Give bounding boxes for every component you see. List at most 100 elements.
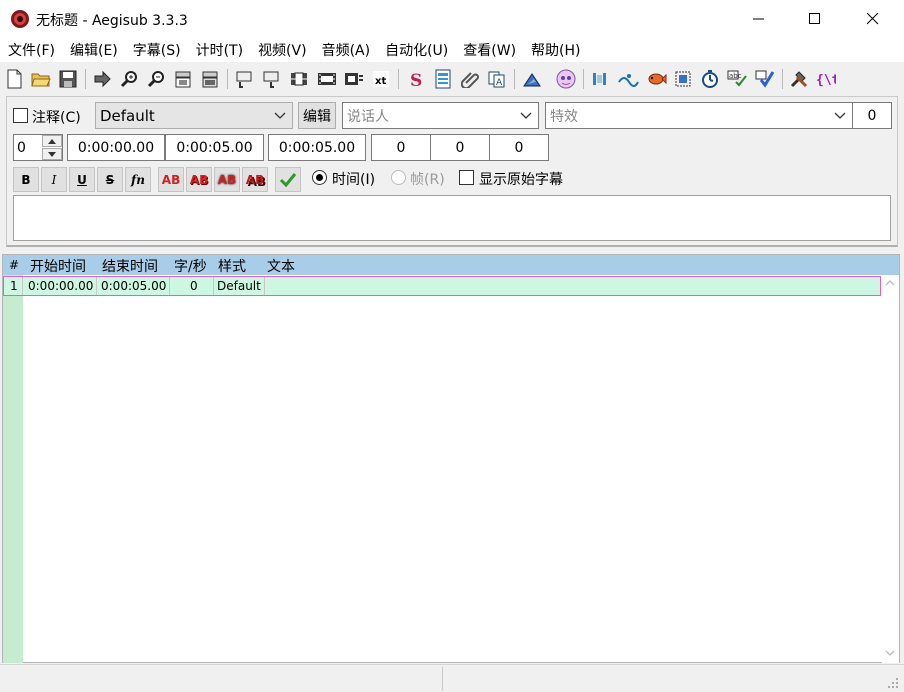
margin-vertical-field[interactable]: 0 xyxy=(489,134,549,161)
time-radio[interactable] xyxy=(312,170,327,185)
menu-bar: 文件(F) 编辑(E) 字幕(S) 计时(T) 视频(V) 音频(A) 自动化(… xyxy=(0,38,904,62)
style-value: Default xyxy=(100,106,155,125)
effect-input[interactable]: 特效 xyxy=(545,102,853,129)
aegisub-logo-icon xyxy=(10,9,30,29)
layer-up-button[interactable] xyxy=(42,135,62,147)
margin-left-field[interactable]: 0 xyxy=(371,134,431,161)
layer-spinner[interactable]: 0 xyxy=(13,134,63,161)
menu-timing[interactable]: 计时(T) xyxy=(189,40,250,60)
grid-header: # 开始时间 结束时间 字/秒 样式 文本 xyxy=(3,255,899,275)
svg-text:abc: abc xyxy=(729,72,742,80)
shadow-color-button[interactable]: AB xyxy=(242,167,268,192)
jump-to-icon[interactable] xyxy=(91,68,113,90)
new-file-icon[interactable] xyxy=(3,68,25,90)
actor-input[interactable]: 说话人 xyxy=(342,102,539,129)
menu-help[interactable]: 帮助(H) xyxy=(524,40,587,60)
comment-checkbox[interactable] xyxy=(13,108,28,123)
time-radio-label: 时间(I) xyxy=(332,172,376,188)
menu-file[interactable]: 文件(F) xyxy=(1,40,62,60)
open-file-icon[interactable] xyxy=(30,68,52,90)
row-cps: 0 xyxy=(190,279,198,293)
snapshot-icon[interactable] xyxy=(172,68,194,90)
spellcheck-icon[interactable]: abc xyxy=(726,68,748,90)
row-end-time: 0:00:05.00 xyxy=(101,279,167,293)
translation-assistant-icon[interactable]: xt xyxy=(370,68,392,90)
shift-times-icon[interactable] xyxy=(617,68,639,90)
chevron-down-icon xyxy=(834,112,846,119)
video-properties-icon[interactable] xyxy=(288,68,310,90)
frame-radio[interactable] xyxy=(391,170,406,185)
italic-button[interactable]: I xyxy=(41,167,67,192)
menu-edit[interactable]: 编辑(E) xyxy=(63,40,125,60)
title-bar: 无标题 - Aegisub 3.3.3 xyxy=(0,0,904,38)
menu-automation[interactable]: 自动化(U) xyxy=(378,40,455,60)
jump-video-end-icon[interactable] xyxy=(260,68,282,90)
menu-subtitle[interactable]: 字幕(S) xyxy=(126,40,188,60)
jump-video-start-icon[interactable] xyxy=(233,68,255,90)
grid-scrollbar[interactable] xyxy=(882,275,899,663)
menu-audio[interactable]: 音频(A) xyxy=(315,40,378,60)
duration-field[interactable]: 0:00:05.00 xyxy=(268,134,366,161)
outline-color-button[interactable]: AB xyxy=(214,167,240,192)
resample-icon[interactable] xyxy=(521,68,543,90)
toolbar: xt S A abc {\t} xyxy=(0,63,904,95)
bold-button[interactable]: B xyxy=(13,167,39,192)
edit-box-panel: 注释(C) Default 编辑 说话人 特效 0 0 0:00:00.00 0… xyxy=(6,96,898,247)
automation-icon[interactable] xyxy=(555,68,577,90)
effect-counter-field[interactable]: 0 xyxy=(852,102,892,129)
resize-grip-icon[interactable] xyxy=(887,677,899,689)
timing-postprocessor-icon[interactable] xyxy=(645,68,667,90)
end-time-field[interactable]: 0:00:05.00 xyxy=(165,134,264,161)
status-bar xyxy=(0,664,904,692)
tag-hiding-icon[interactable]: {\t} xyxy=(815,68,837,90)
properties-icon[interactable] xyxy=(432,68,454,90)
margin-right-field[interactable]: 0 xyxy=(430,134,490,161)
strikeout-button[interactable]: S xyxy=(97,167,123,192)
commit-button[interactable] xyxy=(275,167,301,192)
options-icon[interactable] xyxy=(788,68,810,90)
primary-color-button[interactable]: AB xyxy=(158,167,184,192)
snapshot-clipboard-icon[interactable] xyxy=(199,68,221,90)
svg-text:A: A xyxy=(496,78,503,88)
attachments-icon[interactable] xyxy=(459,68,481,90)
layer-down-button[interactable] xyxy=(42,148,62,160)
maximize-button[interactable] xyxy=(786,0,844,38)
zoom-in-icon[interactable] xyxy=(118,68,140,90)
col-number-header: # xyxy=(9,258,20,272)
save-icon[interactable] xyxy=(57,68,79,90)
scroll-down-icon[interactable] xyxy=(885,649,895,657)
col-cps-header: 字/秒 xyxy=(174,259,207,275)
check-icon[interactable] xyxy=(754,68,776,90)
fonts-collector-icon[interactable]: A xyxy=(486,68,508,90)
menu-view[interactable]: 查看(W) xyxy=(456,40,523,60)
start-time-field[interactable]: 0:00:00.00 xyxy=(67,134,165,161)
font-button[interactable]: fn xyxy=(125,167,151,192)
minimize-button[interactable] xyxy=(730,0,788,38)
secondary-color-button[interactable]: AB xyxy=(186,167,212,192)
scroll-up-icon[interactable] xyxy=(885,279,895,287)
select-lines-icon[interactable] xyxy=(672,68,694,90)
table-row[interactable]: 1 0:00:00.00 0:00:05.00 0 Default xyxy=(3,276,881,296)
menu-video[interactable]: 视频(V) xyxy=(251,40,314,60)
row-start-time: 0:00:00.00 xyxy=(28,279,94,293)
clock-icon[interactable] xyxy=(699,68,721,90)
close-icon xyxy=(867,13,879,25)
styles-manager-icon[interactable]: S xyxy=(405,68,427,90)
style-select[interactable]: Default xyxy=(95,102,293,129)
minimize-icon xyxy=(753,18,764,20)
chevron-down-icon xyxy=(520,112,532,119)
frame-radio-label: 帧(R) xyxy=(410,172,445,188)
grid-row-number-column xyxy=(3,275,23,663)
chevron-up-icon xyxy=(48,138,56,144)
zoom-out-icon[interactable] xyxy=(145,68,167,90)
kanji-timer-icon[interactable] xyxy=(590,68,612,90)
subtitle-text-area[interactable] xyxy=(13,195,891,241)
video-details-icon[interactable] xyxy=(343,68,365,90)
svg-text:S: S xyxy=(410,71,422,88)
show-original-checkbox[interactable] xyxy=(459,170,474,185)
edit-style-button[interactable]: 编辑 xyxy=(298,102,336,129)
underline-button[interactable]: U xyxy=(69,167,95,192)
video-frame-icon[interactable] xyxy=(316,68,338,90)
close-button[interactable] xyxy=(844,0,902,38)
col-style-header: 样式 xyxy=(218,259,246,275)
